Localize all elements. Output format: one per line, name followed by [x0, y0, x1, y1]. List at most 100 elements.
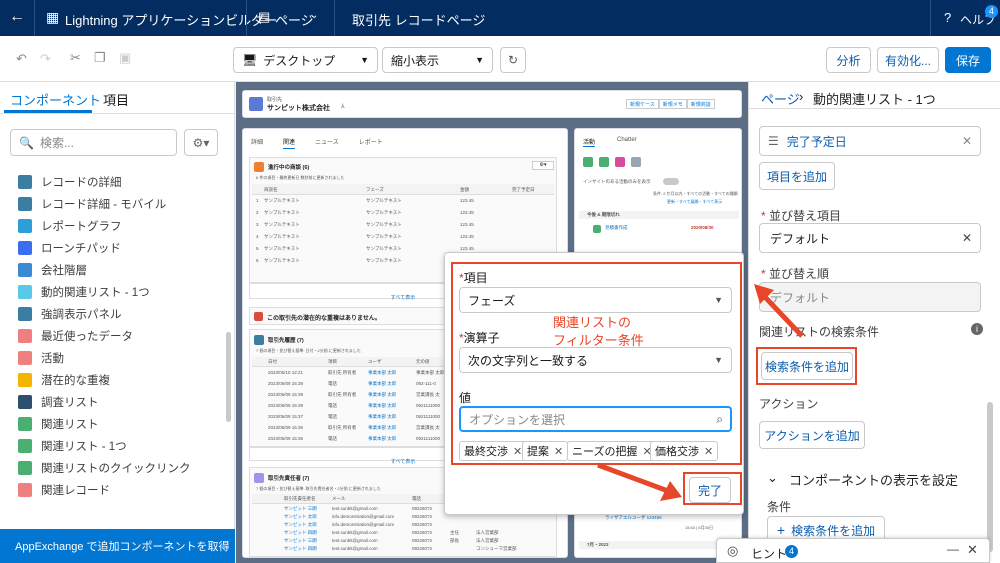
log-call-icon[interactable]: [583, 157, 593, 167]
page-menu[interactable]: ページ: [275, 10, 314, 29]
table-cell: 2023/05/09 15:36: [268, 436, 304, 441]
page-icon: ▤: [258, 9, 271, 24]
row-number: 6: [256, 258, 259, 263]
header-buttons: 新規ケース 新規メモ 新規商談: [626, 99, 738, 109]
component-item[interactable]: 最近使ったデータ: [18, 326, 133, 346]
analyze-button[interactable]: 分析: [826, 47, 871, 73]
component-item[interactable]: ローンチパッド: [18, 238, 121, 258]
event-icon[interactable]: [615, 157, 625, 167]
toolbar: ↶ ↷ ✂ ❐ ▣ 🖥 デスクトップ ▼ 縮小表示 ▼ ↻ 分析 有効化... …: [0, 36, 1000, 82]
scrollbar[interactable]: [226, 332, 231, 422]
info-icon[interactable]: i: [971, 323, 983, 335]
task-icon[interactable]: [599, 157, 609, 167]
list-actions[interactable]: ⚙▾: [532, 161, 554, 170]
component-icon: [18, 285, 32, 299]
cut-icon[interactable]: ✂: [70, 50, 81, 66]
email-icon[interactable]: [631, 157, 641, 167]
table-cell: 123.45: [460, 246, 474, 251]
table-cell: info.demonstration@gmail.com: [332, 522, 395, 527]
close-icon[interactable]: ✕: [962, 134, 972, 148]
component-item[interactable]: 関連リスト: [18, 414, 99, 434]
component-item[interactable]: レコードの詳細: [18, 172, 122, 192]
table-cell: 部長: [450, 538, 459, 543]
close-icon[interactable]: ✕: [967, 542, 978, 558]
activity-toggle[interactable]: [663, 178, 679, 185]
hint-title: ヒント: [751, 547, 788, 561]
refresh-button[interactable]: ↻: [500, 47, 526, 73]
row-number: 4: [256, 234, 259, 239]
back-arrow-icon[interactable]: ←: [9, 8, 25, 26]
component-label: 会社階層: [41, 265, 87, 277]
add-field-button[interactable]: 項目を追加: [759, 162, 835, 190]
sort-order-label: * 並び替え順: [761, 267, 830, 281]
field-chip[interactable]: ☰ 完了予定日 ✕: [759, 126, 981, 156]
component-item[interactable]: 関連レコード: [18, 480, 110, 500]
gear-icon: ⚙▾: [192, 135, 210, 150]
component-icon: [18, 197, 32, 211]
component-item[interactable]: 潜在的な重複: [18, 370, 110, 390]
table-cell: サンプルテキスト: [366, 258, 402, 263]
activate-button[interactable]: 有効化...: [877, 47, 939, 73]
table-cell: 0921111000: [416, 414, 441, 419]
table-cell: 09226072: [412, 538, 433, 543]
add-action-button[interactable]: アクションを追加: [759, 421, 865, 449]
component-item[interactable]: 関連リスト - 1つ: [18, 436, 127, 456]
component-item[interactable]: 調査リスト: [18, 392, 99, 412]
chevron-down-icon[interactable]: ⌄: [767, 470, 778, 486]
annotation-add-filter-box: [756, 347, 857, 385]
table-cell: test.sunbit@gmail.com: [332, 538, 378, 543]
undo-icon[interactable]: ↶: [16, 51, 27, 67]
component-item[interactable]: 関連リストのクイックリンク: [18, 458, 191, 478]
redo-icon[interactable]: ↷: [40, 51, 51, 67]
table-cell: 事業本部 太郎: [368, 381, 397, 386]
chevron-down-icon[interactable]: ⌄: [310, 10, 318, 21]
zoom-select[interactable]: 縮小表示 ▼: [382, 47, 493, 73]
table-cell: 電話: [328, 414, 337, 419]
component-item[interactable]: レポートグラフ: [18, 216, 122, 236]
appexchange-link[interactable]: AppExchange で追加コンポーネントを取得: [0, 529, 235, 563]
clear-icon[interactable]: ✕: [962, 231, 972, 245]
table-cell: サンプルテキスト: [264, 210, 300, 215]
component-icon: [18, 483, 32, 497]
top-bar: ← ▦ Lightning アプリケーションビルダー ▤ ページ ⌄ 取引先 レ…: [0, 0, 1000, 36]
save-button[interactable]: 保存: [945, 47, 991, 73]
table-cell: 09226072: [412, 546, 433, 551]
scrollbar[interactable]: [987, 402, 993, 552]
component-icon: [18, 307, 32, 321]
component-item[interactable]: 活動: [18, 348, 64, 368]
component-label: 調査リスト: [41, 397, 99, 409]
company-name: サンピット株式会社: [267, 105, 330, 112]
minimize-icon[interactable]: —: [947, 542, 959, 556]
device-select[interactable]: 🖥 デスクトップ ▼: [233, 47, 378, 73]
component-icon: [18, 263, 32, 277]
component-icon: [18, 417, 32, 431]
component-label: レポートグラフ: [41, 221, 122, 233]
search-input[interactable]: 🔍 検索...: [10, 129, 177, 156]
breadcrumb-page[interactable]: ページ: [761, 89, 800, 108]
table-cell: 2023/05/09 15:39: [268, 392, 304, 397]
table-cell: info.demonstration@gmail.com: [332, 514, 395, 519]
drag-handle-icon[interactable]: ☰: [768, 134, 779, 148]
copy-icon[interactable]: ❐: [94, 50, 106, 66]
paste-icon[interactable]: ▣: [119, 50, 131, 66]
table-cell: 営業課長 太: [416, 392, 440, 397]
tab-components[interactable]: コンポーネント: [10, 90, 101, 109]
component-label: 最近使ったデータ: [41, 331, 133, 343]
table-cell: 123.45: [460, 210, 474, 215]
tab-items[interactable]: 項目: [103, 90, 129, 109]
component-label: ローンチパッド: [41, 243, 121, 255]
sort-field-input[interactable]: デフォルト ✕: [759, 223, 981, 253]
help-badge: 4: [985, 5, 998, 18]
help-icon[interactable]: ?: [944, 10, 951, 25]
annotation-arrow-down: [597, 462, 682, 501]
component-item[interactable]: 動的関連リスト - 1つ: [18, 282, 150, 302]
settings-button[interactable]: ⚙▾: [184, 129, 218, 156]
table-cell: 営業課長 太: [416, 425, 440, 430]
visibility-section[interactable]: コンポーネントの表示を設定: [789, 470, 958, 489]
table-cell: 2023/05/09 15:39: [268, 381, 304, 386]
hint-panel[interactable]: ◎ ヒント 4 — ✕: [716, 538, 990, 563]
component-item[interactable]: レコード詳細 - モバイル: [18, 194, 166, 214]
component-item[interactable]: 強調表示パネル: [18, 304, 122, 324]
breadcrumb-separator: ›: [799, 89, 804, 104]
component-item[interactable]: 会社階層: [18, 260, 87, 280]
